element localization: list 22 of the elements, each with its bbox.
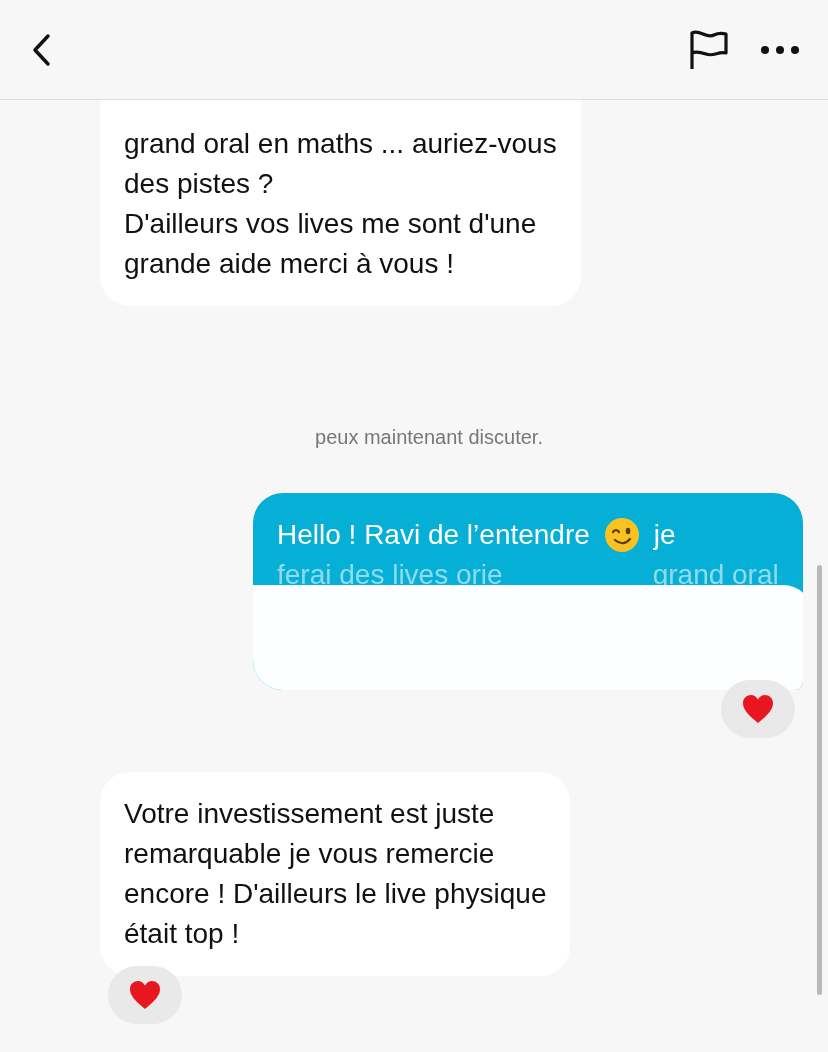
scrollbar[interactable] <box>817 565 822 995</box>
message-text: ferai des lives orie <box>277 558 503 592</box>
message-text: D'ailleurs vos lives me sont d'une <box>124 207 538 241</box>
message-text: encore ! D'ailleurs le live physique <box>124 877 547 911</box>
reaction-pill[interactable] <box>108 966 182 1024</box>
message-text: grande aide merci à vous ! <box>124 247 455 281</box>
wink-emoji-icon <box>603 517 640 553</box>
system-notice: peux maintenant discuter. <box>314 426 544 449</box>
reaction-pill[interactable] <box>721 680 795 738</box>
report-button[interactable] <box>688 28 730 71</box>
heart-icon <box>128 979 162 1011</box>
message-text: Votre investissement est juste <box>124 797 496 831</box>
message-text: je <box>653 518 676 552</box>
flag-icon <box>688 28 730 71</box>
message-text: était top ! <box>124 917 241 951</box>
message-text: Hello ! Ravi de l’entendre <box>277 518 590 552</box>
message-text: grand oral en maths ... auriez-vous <box>124 127 557 161</box>
message-text: remarquable je vous remercie <box>124 837 496 871</box>
more-icon <box>760 44 800 55</box>
more-button[interactable] <box>760 44 800 55</box>
message-text: des pistes ? <box>124 167 275 201</box>
heart-icon <box>741 693 775 725</box>
